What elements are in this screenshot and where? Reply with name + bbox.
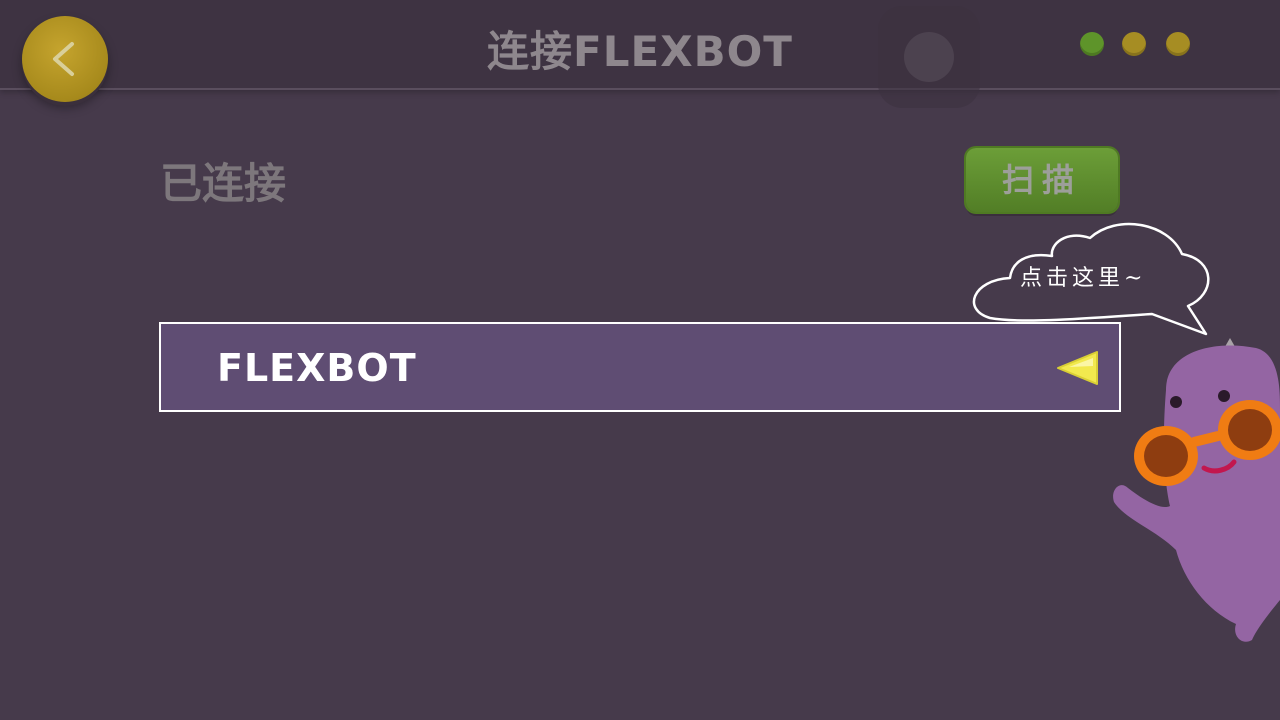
speech-bubble-text: 点击这里~ xyxy=(1020,266,1147,291)
connected-section-title: 已连接 xyxy=(160,159,287,208)
status-indicator-dots xyxy=(1080,32,1200,58)
triangle-left-icon xyxy=(1057,351,1098,385)
top-bar: 连接FLEXBOT xyxy=(0,0,1280,108)
status-dot-yellow xyxy=(1166,32,1190,56)
scan-button[interactable]: 扫描 xyxy=(966,148,1118,212)
faded-overlay-button xyxy=(878,6,980,108)
device-name: FLEXBOT xyxy=(217,346,417,390)
status-dot-green xyxy=(1080,32,1104,56)
status-dot-yellow xyxy=(1122,32,1146,56)
mascot-character-icon xyxy=(1113,338,1280,642)
